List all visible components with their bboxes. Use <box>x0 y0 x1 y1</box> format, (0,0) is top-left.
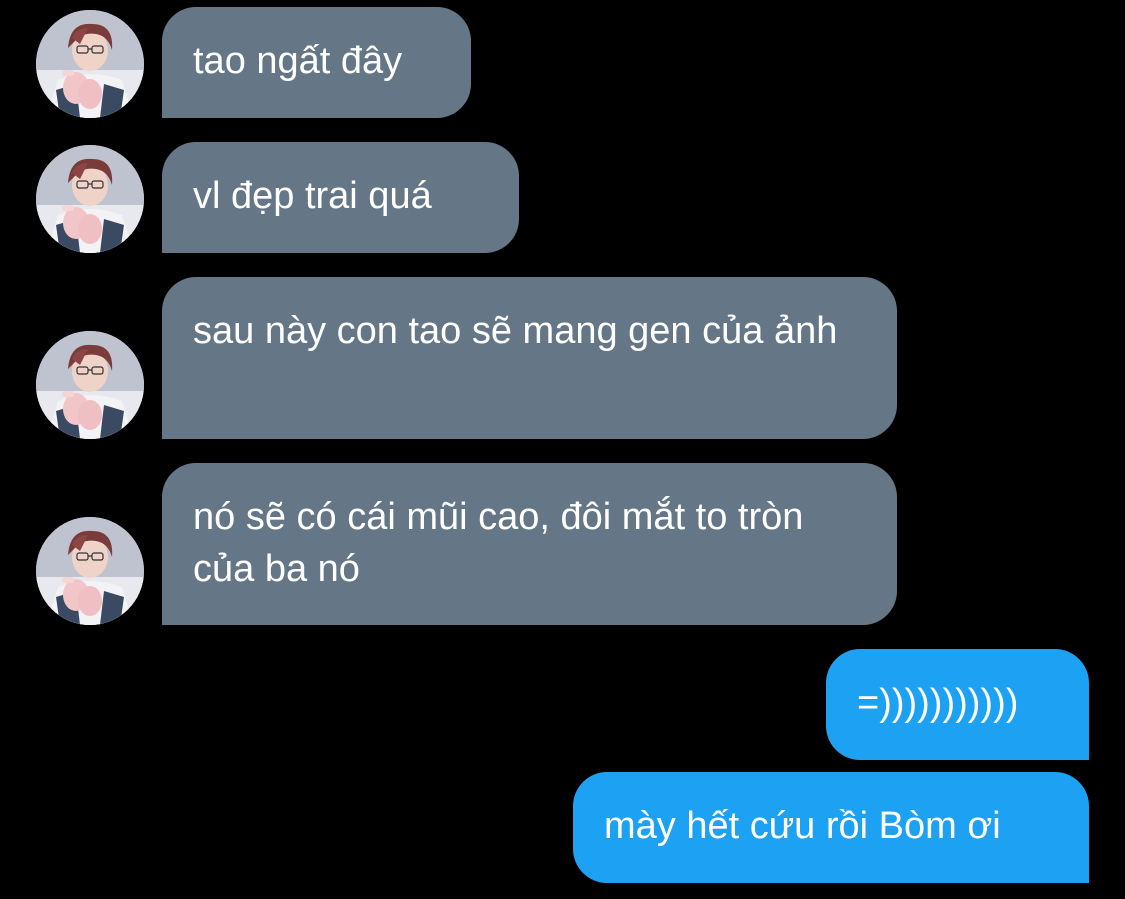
avatar-photo-icon <box>36 517 144 625</box>
sender-avatar[interactable] <box>36 517 144 625</box>
sender-avatar[interactable] <box>36 10 144 118</box>
sent-message-bubble[interactable]: =))))))))))) <box>826 649 1089 760</box>
avatar-photo-icon <box>36 331 144 439</box>
sender-avatar[interactable] <box>36 145 144 253</box>
avatar-photo-icon <box>36 145 144 253</box>
received-message-bubble[interactable]: nó sẽ có cái mũi cao, đôi mắt to tròn củ… <box>162 463 897 625</box>
sender-avatar[interactable] <box>36 331 144 439</box>
sent-message-bubble[interactable]: mày hết cứu rồi Bòm ơi <box>573 772 1089 883</box>
received-message-bubble[interactable]: vl đẹp trai quá <box>162 142 519 253</box>
received-message-bubble[interactable]: sau này con tao sẽ mang gen của ảnh <box>162 277 897 439</box>
received-message-bubble[interactable]: tao ngất đây <box>162 7 471 118</box>
avatar-photo-icon <box>36 10 144 118</box>
